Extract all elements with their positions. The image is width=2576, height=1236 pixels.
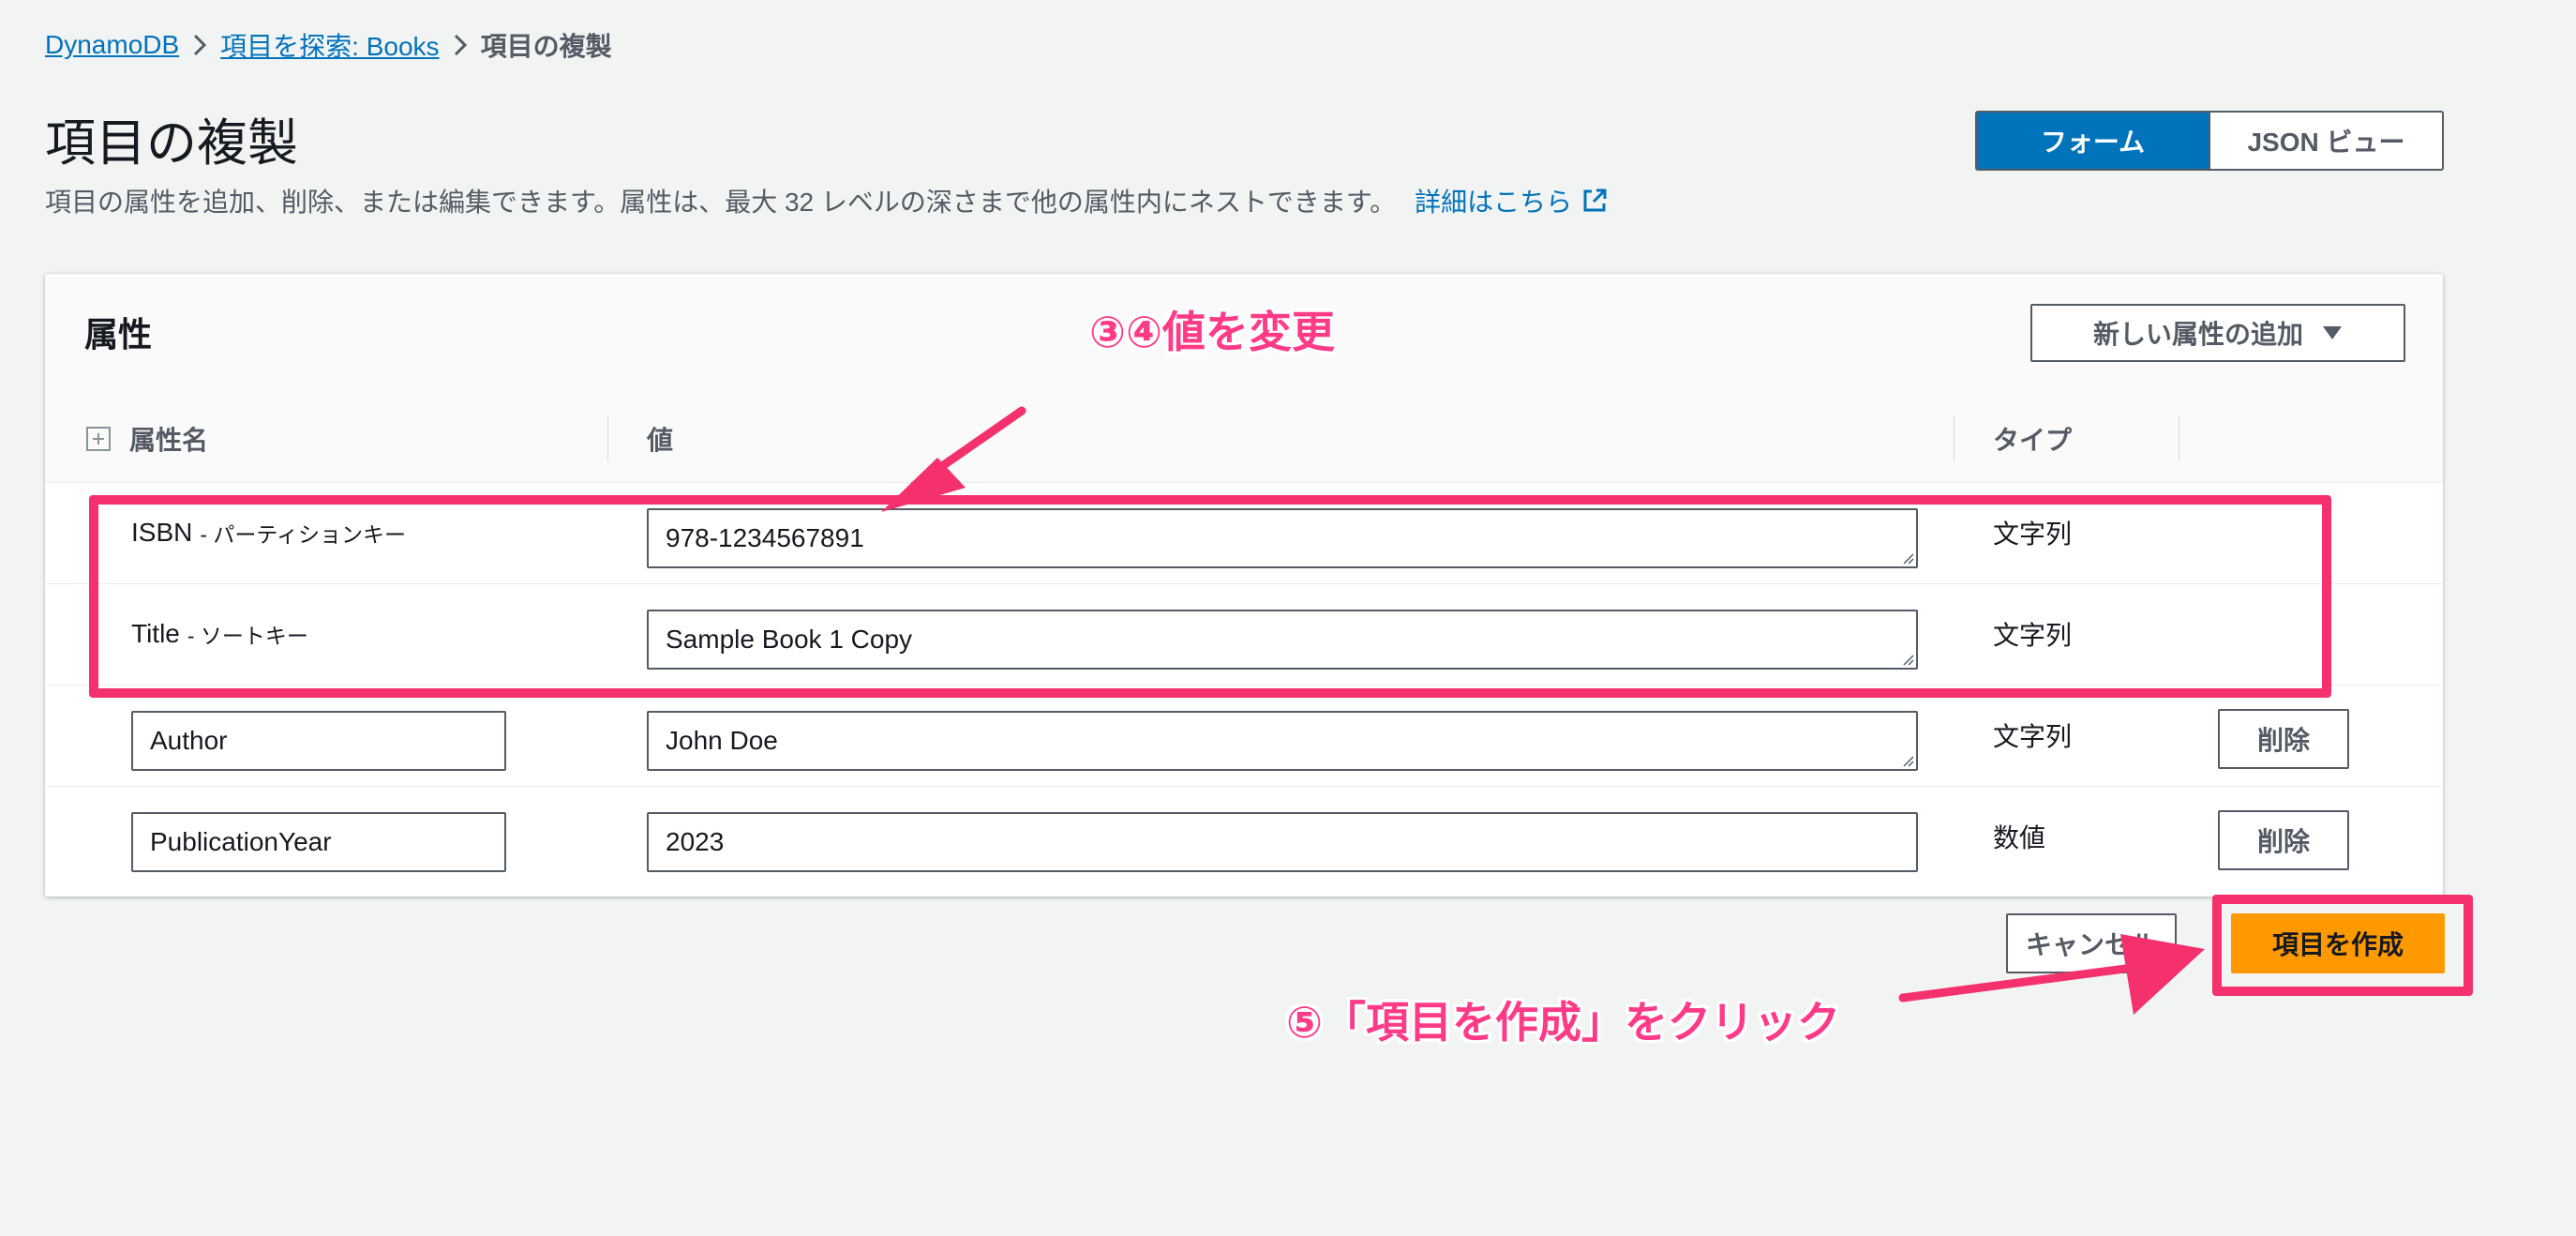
arrow-to-create-button: [1898, 934, 2205, 1015]
annotation-arrows: [881, 406, 2205, 1015]
annotation-step-5: ⑤「項目を作成」をクリック: [1286, 998, 1840, 1047]
arrow-to-value-fields: [881, 406, 1026, 512]
annotation-step-3-4: ③④値を変更: [1089, 308, 1335, 356]
